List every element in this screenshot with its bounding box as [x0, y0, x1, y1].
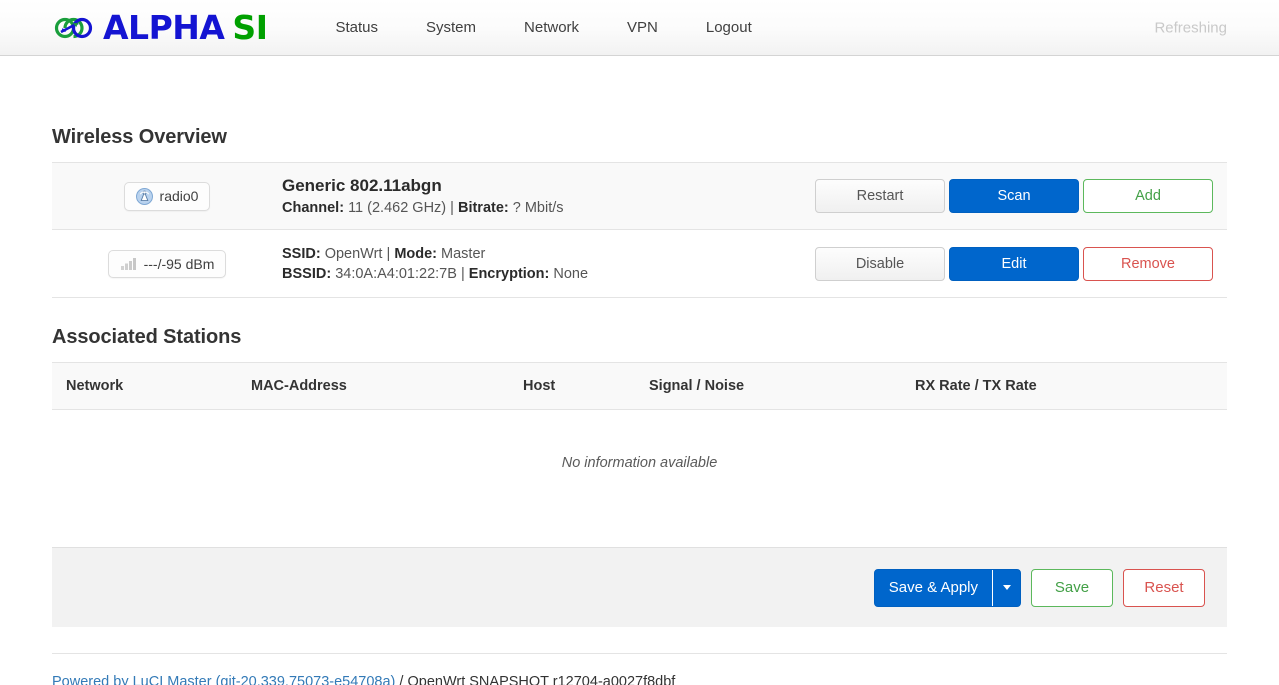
save-apply-button[interactable]: Save & Apply: [875, 570, 992, 606]
radio-detail-line: Channel: 11 (2.462 GHz) | Bitrate: ? Mbi…: [282, 198, 811, 218]
bssid-label: BSSID:: [282, 265, 332, 282]
nav-item-status[interactable]: Status: [311, 0, 402, 56]
bssid-separator: |: [460, 265, 465, 282]
nav-item-logout[interactable]: Logout: [682, 0, 776, 56]
footer: Powered by LuCI Master (git-20.339.75073…: [52, 653, 1227, 685]
form-action-bar: Save & Apply Save Reset: [52, 547, 1227, 627]
radio-info-cell: Generic 802.11abgn Channel: 11 (2.462 GH…: [282, 174, 811, 218]
encryption-value: None: [553, 265, 589, 282]
top-header-bar: ALPHA SI Status System Network VPN Logout…: [0, 0, 1279, 56]
stations-header-row: Network MAC-Address Host Signal / Noise …: [52, 362, 1227, 410]
save-button[interactable]: Save: [1031, 568, 1113, 607]
save-apply-dropdown-toggle[interactable]: [992, 569, 1020, 606]
radio-actions-cell: Restart Scan Add: [811, 179, 1227, 213]
column-header-signal-noise: Signal / Noise: [635, 362, 901, 410]
brand-name-si: SI: [232, 8, 268, 47]
bssid-value: 34:0A:A4:01:22:7B: [335, 265, 457, 282]
interface-bssid-line: BSSID: 34:0A:A4:01:22:7B | Encryption: N…: [282, 264, 811, 284]
stations-table-body: No information available: [52, 410, 1227, 514]
interface-badge-cell: ---/-95 dBm: [52, 249, 282, 278]
radio-channel-value: 11 (2.462 GHz): [348, 200, 447, 216]
signal-badge-label: ---/-95 dBm: [143, 255, 215, 272]
wireless-radio-row: radio0 Generic 802.11abgn Channel: 11 (2…: [52, 162, 1227, 230]
column-header-rx-tx-rate: RX Rate / TX Rate: [901, 362, 1227, 410]
save-apply-split-button[interactable]: Save & Apply: [873, 568, 1021, 607]
associated-stations-title: Associated Stations: [52, 326, 242, 348]
infinity-loop-icon: [54, 17, 93, 38]
interface-info-cell: SSID: OpenWrt | Mode: Master BSSID: 34:0…: [282, 244, 811, 284]
signal-bars-icon: [120, 258, 136, 270]
interface-actions-cell: Disable Edit Remove: [811, 246, 1227, 281]
ssid-label: SSID:: [282, 245, 321, 262]
edit-button[interactable]: Edit: [949, 246, 1079, 281]
luci-version-link[interactable]: Powered by LuCI Master (git-20.339.75073…: [52, 674, 395, 685]
radio-badge-cell: radio0: [52, 181, 282, 211]
radio-bitrate-value: ? Mbit/s: [512, 200, 564, 216]
radio-device-name: Generic 802.11abgn: [282, 176, 442, 195]
ssid-value: OpenWrt: [324, 245, 383, 262]
disable-button[interactable]: Disable: [815, 246, 945, 281]
refresh-status-text: Refreshing: [1154, 19, 1227, 36]
page-content: Wireless Overview radio0 Generic 802.11a…: [0, 126, 1279, 685]
radio-badge[interactable]: radio0: [123, 181, 211, 211]
mode-label: Mode:: [394, 245, 437, 262]
radio-channel-label: Channel:: [282, 200, 345, 216]
remove-button[interactable]: Remove: [1083, 246, 1213, 281]
wireless-interface-row: ---/-95 dBm SSID: OpenWrt | Mode: Master…: [52, 230, 1227, 298]
add-button[interactable]: Add: [1083, 179, 1213, 213]
wireless-overview-table: radio0 Generic 802.11abgn Channel: 11 (2…: [52, 162, 1227, 298]
stations-table-head: Network MAC-Address Host Signal / Noise …: [52, 362, 1227, 410]
openwrt-version-text: / OpenWrt SNAPSHOT r12704-a0027f8dbf: [395, 674, 676, 685]
brand-name-alpha: ALPHA: [103, 8, 225, 47]
column-header-mac-address: MAC-Address: [237, 362, 509, 410]
radio-detail-separator: |: [450, 200, 454, 216]
mode-value: Master: [441, 245, 486, 262]
restart-button[interactable]: Restart: [815, 179, 945, 213]
stations-empty-row: No information available: [52, 410, 1227, 514]
encryption-label: Encryption:: [468, 265, 550, 282]
scan-button[interactable]: Scan: [949, 179, 1079, 213]
brand-logo[interactable]: ALPHA SI: [52, 8, 268, 48]
main-navigation: Status System Network VPN Logout: [311, 0, 775, 56]
nav-item-system[interactable]: System: [402, 0, 500, 56]
wireless-overview-title: Wireless Overview: [52, 126, 227, 148]
antenna-broadcast-icon: [135, 187, 153, 205]
nav-item-vpn[interactable]: VPN: [603, 0, 682, 56]
column-header-host: Host: [509, 362, 635, 410]
column-header-network: Network: [52, 362, 237, 410]
interface-ssid-line: SSID: OpenWrt | Mode: Master: [282, 244, 811, 264]
stations-empty-text: No information available: [561, 455, 718, 471]
ssid-separator: |: [386, 245, 391, 262]
reset-button[interactable]: Reset: [1123, 568, 1205, 607]
signal-badge[interactable]: ---/-95 dBm: [107, 249, 227, 278]
radio-bitrate-label: Bitrate:: [457, 200, 509, 216]
chevron-down-icon: [1002, 585, 1011, 590]
nav-item-network[interactable]: Network: [500, 0, 603, 56]
associated-stations-table: Network MAC-Address Host Signal / Noise …: [52, 362, 1227, 513]
radio-badge-label: radio0: [159, 188, 199, 204]
